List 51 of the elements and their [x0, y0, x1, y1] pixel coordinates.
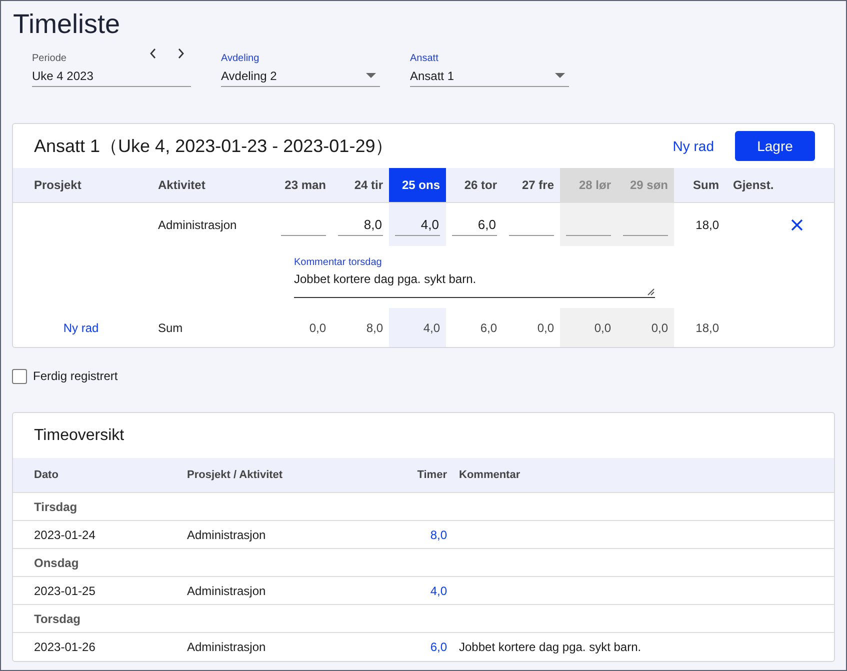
caret-icon: [555, 72, 565, 78]
caret-icon: [366, 72, 376, 78]
column-header[interactable]: 25 ons: [389, 168, 446, 202]
field-label: Kommentar torsdag: [294, 256, 383, 270]
dropdown-field[interactable]: Ansatt 1: [410, 65, 569, 87]
table-cell-text: 2023-01-25: [34, 582, 96, 600]
hours-input[interactable]: 6,0: [452, 214, 497, 236]
table-cell-text: 6,0: [479, 320, 498, 336]
column-header: Timer: [416, 468, 447, 483]
column-header: Dato: [34, 468, 60, 483]
card-title: Ansatt 1（Uke 4, 2023-01-23 - 2023-01-29）: [34, 134, 394, 158]
save-button[interactable]: Lagre: [735, 131, 815, 161]
new-row-link[interactable]: Ny rad: [672, 136, 714, 156]
new-row-link[interactable]: Ny rad: [63, 318, 99, 336]
group-label: Tirsdag: [34, 498, 78, 516]
comment-field[interactable]: Jobbet kortere dag pga. sykt barn.: [294, 270, 655, 298]
table-cell-text: 2023-01-24: [34, 526, 96, 544]
dropdown-field[interactable]: Avdeling 2: [221, 65, 380, 87]
checkbox-label: Ferdig registrert: [33, 368, 118, 385]
input-field[interactable]: Uke 4 2023: [32, 65, 191, 87]
table-cell: 0,0: [560, 308, 617, 347]
field-label: Avdeling: [221, 52, 260, 65]
page-title: Timeliste: [13, 8, 122, 41]
card-title: Timeoversikt: [33, 426, 126, 446]
table-cell-text: Administrasjon: [187, 582, 267, 600]
table-cell-text: 8,0: [365, 320, 384, 336]
table-cell-text: Administrasjon: [187, 639, 267, 656]
field-label: Periode: [32, 52, 66, 65]
table-cell-text: Sum: [158, 320, 184, 336]
checkbox[interactable]: [12, 368, 27, 384]
group-label: Onsdag: [34, 554, 80, 572]
table-cell: 0,0: [617, 308, 674, 347]
table-cell-text: 18,0: [694, 320, 720, 336]
group-label: Torsdag: [34, 610, 82, 628]
table-cell-text: Administrasjon: [158, 216, 238, 234]
table-cell-text: Administrasjon: [187, 526, 267, 544]
hours-link[interactable]: 6,0: [337, 638, 447, 656]
column-header: Prosjekt / Aktivitet: [187, 468, 284, 483]
table-cell-text: 2023-01-26: [34, 639, 96, 656]
table-cell: 4,0: [389, 308, 446, 347]
close-icon[interactable]: [791, 218, 803, 230]
hours-input[interactable]: 8,0: [338, 214, 383, 236]
hours-link[interactable]: 8,0: [337, 526, 447, 544]
column-header: Kommentar: [458, 468, 522, 483]
field-label: Ansatt: [410, 52, 438, 65]
table-cell-text: Jobbet kortere dag pga. sykt barn.: [458, 639, 642, 656]
table-cell-text: 0,0: [536, 320, 555, 336]
resize-handle-icon[interactable]: [647, 288, 655, 296]
table-cell-text: 18,0: [694, 216, 720, 234]
hours-link[interactable]: 4,0: [337, 582, 447, 600]
table-cell-text: 0,0: [308, 320, 327, 336]
